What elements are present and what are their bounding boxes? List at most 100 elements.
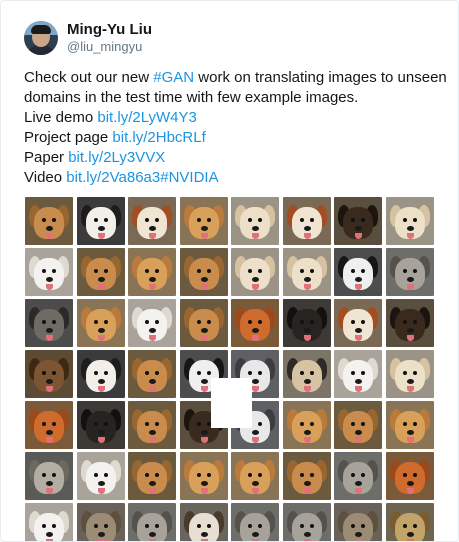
animal-nose: [201, 430, 208, 435]
animal-thumbnail[interactable]: [25, 350, 73, 398]
animal-thumbnail[interactable]: [128, 299, 176, 347]
animal-eye-right: [361, 524, 365, 528]
tweet-card: Ming-Yu Liu @liu_mingyu Check out our ne…: [0, 0, 459, 542]
animal-thumbnail[interactable]: [231, 197, 279, 245]
animal-eye-left: [94, 422, 98, 426]
animal-eye-right: [104, 524, 108, 528]
animal-thumbnail[interactable]: [334, 299, 382, 347]
animal-thumbnail[interactable]: [128, 350, 176, 398]
animal-eye-left: [300, 422, 304, 426]
animal-thumbnail[interactable]: [283, 350, 331, 398]
animal-thumbnail[interactable]: [25, 503, 73, 541]
animal-thumbnail[interactable]: [386, 350, 434, 398]
animal-thumbnail[interactable]: [231, 248, 279, 296]
animal-eye-left: [197, 218, 201, 222]
animal-thumbnail[interactable]: [386, 401, 434, 449]
animal-eye-right: [207, 269, 211, 273]
animal-thumbnail[interactable]: [180, 299, 228, 347]
animal-thumbnail[interactable]: [334, 503, 382, 541]
animal-eye-right: [413, 320, 417, 324]
hashtag-nvidia-link[interactable]: #NVIDIA: [160, 169, 218, 186]
tweet-line-video: Video bit.ly/2Va86a3#NVIDIA: [24, 168, 444, 188]
animal-nose: [304, 277, 311, 282]
animal-thumbnail[interactable]: [77, 452, 125, 500]
animal-thumbnail[interactable]: [334, 401, 382, 449]
animal-thumbnail[interactable]: [25, 452, 73, 500]
animal-eye-right: [413, 422, 417, 426]
animal-nose: [149, 277, 156, 282]
animal-eye-right: [310, 320, 314, 324]
animal-eye-left: [351, 524, 355, 528]
project-link[interactable]: bit.ly/2HbcRLf: [112, 129, 205, 146]
animal-thumbnail[interactable]: [334, 350, 382, 398]
animal-thumbnail[interactable]: [77, 248, 125, 296]
animal-thumbnail[interactable]: [128, 248, 176, 296]
animal-nose: [304, 430, 311, 435]
animal-eye-left: [403, 473, 407, 477]
animal-thumbnail[interactable]: [77, 503, 125, 541]
animal-nose: [355, 532, 362, 537]
animal-eye-left: [300, 218, 304, 222]
animal-thumbnail[interactable]: [180, 197, 228, 245]
video-link[interactable]: bit.ly/2Va86a3: [66, 169, 160, 186]
avatar[interactable]: [24, 21, 58, 55]
animal-thumbnail[interactable]: [386, 452, 434, 500]
animal-eye-left: [94, 320, 98, 324]
animal-eye-left: [300, 320, 304, 324]
animal-thumbnail[interactable]: [25, 401, 73, 449]
animal-nose: [407, 379, 414, 384]
animal-thumbnail[interactable]: [386, 503, 434, 541]
demo-link[interactable]: bit.ly/2LyW4Y3: [97, 109, 197, 126]
animal-thumbnail[interactable]: [283, 248, 331, 296]
animal-thumbnail[interactable]: [25, 248, 73, 296]
animal-eye-right: [413, 269, 417, 273]
author-handle[interactable]: @liu_mingyu: [67, 39, 152, 55]
animal-thumbnail[interactable]: [283, 197, 331, 245]
animal-thumbnail[interactable]: [231, 503, 279, 541]
animal-thumbnail[interactable]: [77, 299, 125, 347]
animal-eye-left: [94, 218, 98, 222]
animal-thumbnail[interactable]: [25, 299, 73, 347]
animal-thumbnail[interactable]: [231, 299, 279, 347]
animal-thumbnail[interactable]: [180, 503, 228, 541]
paper-link[interactable]: bit.ly/2Ly3VVX: [68, 149, 165, 166]
animal-thumbnail[interactable]: [334, 197, 382, 245]
animal-thumbnail[interactable]: [283, 401, 331, 449]
animal-thumbnail[interactable]: [386, 299, 434, 347]
animal-nose: [252, 328, 259, 333]
animal-nose: [98, 277, 105, 282]
animal-thumbnail[interactable]: [334, 248, 382, 296]
animal-thumbnail[interactable]: [77, 401, 125, 449]
animal-eye-right: [310, 473, 314, 477]
animal-nose: [46, 481, 53, 486]
animal-thumbnail[interactable]: [386, 248, 434, 296]
animal-image-grid[interactable]: [25, 197, 435, 541]
animal-thumbnail[interactable]: [283, 503, 331, 541]
animal-thumbnail[interactable]: [25, 197, 73, 245]
animal-thumbnail[interactable]: [283, 299, 331, 347]
animal-thumbnail[interactable]: [334, 452, 382, 500]
hashtag-gan-link[interactable]: #GAN: [153, 69, 194, 86]
animal-thumbnail[interactable]: [77, 350, 125, 398]
animal-thumbnail[interactable]: [128, 401, 176, 449]
animal-eye-left: [300, 524, 304, 528]
animal-thumbnail[interactable]: [386, 197, 434, 245]
blank-patch: [211, 378, 252, 428]
animal-eye-right: [155, 218, 159, 222]
animal-thumbnail[interactable]: [128, 503, 176, 541]
animal-thumbnail[interactable]: [77, 197, 125, 245]
animal-thumbnail[interactable]: [283, 452, 331, 500]
animal-eye-right: [52, 218, 56, 222]
animal-nose: [149, 226, 156, 231]
animal-thumbnail[interactable]: [180, 452, 228, 500]
animal-eye-right: [310, 218, 314, 222]
animal-eye-right: [310, 422, 314, 426]
author-display-name[interactable]: Ming-Yu Liu: [67, 21, 152, 39]
animal-thumbnail[interactable]: [180, 248, 228, 296]
tweet-line-2: domains in the test time with few exampl…: [24, 89, 359, 106]
animal-eye-right: [310, 269, 314, 273]
animal-thumbnail[interactable]: [128, 197, 176, 245]
animal-eye-left: [94, 371, 98, 375]
animal-thumbnail[interactable]: [231, 452, 279, 500]
animal-thumbnail[interactable]: [128, 452, 176, 500]
